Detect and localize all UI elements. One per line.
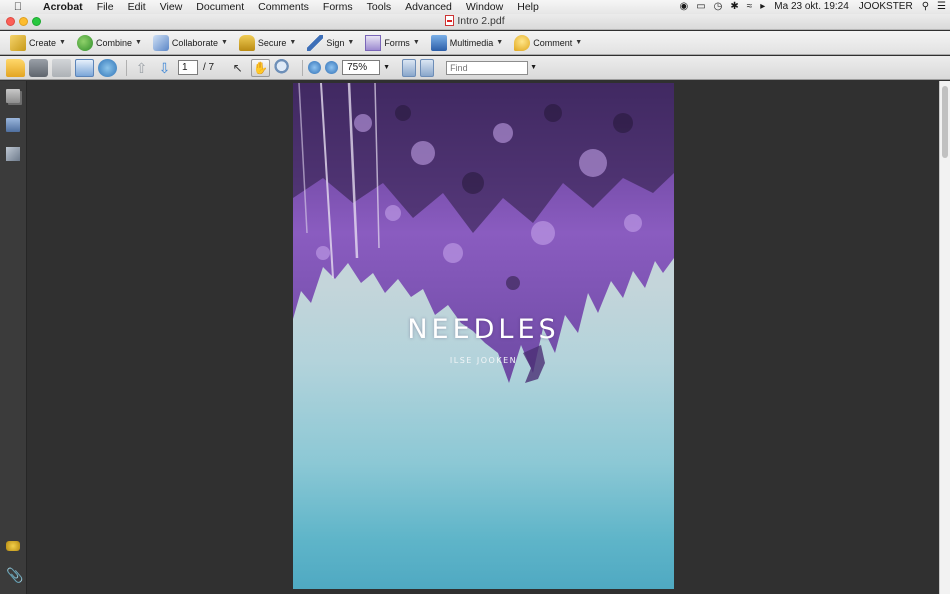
chevron-down-icon: ▼ xyxy=(496,39,504,46)
menu-comments[interactable]: Comments xyxy=(251,0,316,14)
secure-label: Secure xyxy=(257,37,287,48)
zoom-dropdown-icon[interactable]: ▼ xyxy=(383,64,390,71)
window-title-text: Intro 2.pdf xyxy=(457,15,505,27)
share-globe-icon[interactable] xyxy=(98,58,117,77)
create-button[interactable]: Create ▼ xyxy=(6,33,70,53)
volume-icon[interactable]: ▸ xyxy=(756,0,769,14)
chevron-down-icon: ▼ xyxy=(134,39,142,46)
tasks-toolbar: Create ▼ Combine ▼ Collaborate ▼ Secure … xyxy=(0,31,950,55)
time-machine-icon[interactable]: ◷ xyxy=(710,0,727,14)
bookmarks-panel-icon[interactable] xyxy=(6,118,20,132)
cover-author: ILSE JOOKEN xyxy=(449,356,518,365)
zoom-level-field[interactable]: 75% xyxy=(342,60,381,75)
battery-icon[interactable]: ▭ xyxy=(692,0,709,14)
fit-page-icon[interactable] xyxy=(402,58,417,77)
chevron-down-icon: ▼ xyxy=(347,39,355,46)
menu-help[interactable]: Help xyxy=(510,0,546,14)
create-label: Create xyxy=(29,37,57,48)
apple-menu-icon[interactable]:  xyxy=(12,0,24,14)
menu-app[interactable]: Acrobat xyxy=(36,0,90,14)
open-folder-icon[interactable] xyxy=(6,58,25,77)
chevron-down-icon: ▼ xyxy=(59,39,66,46)
multimedia-label: Multimedia xyxy=(449,37,494,48)
security-keys-icon[interactable] xyxy=(6,541,20,551)
multimedia-button[interactable]: Multimedia ▼ xyxy=(427,33,507,53)
chevron-down-icon: ▼ xyxy=(412,39,420,46)
scrollbar-thumb[interactable] xyxy=(942,86,948,158)
secure-button[interactable]: Secure ▼ xyxy=(235,33,300,53)
previous-page-icon[interactable]: ⇧ xyxy=(132,59,151,77)
multimedia-icon xyxy=(430,34,447,51)
form-icon xyxy=(365,34,382,51)
menu-view[interactable]: View xyxy=(153,0,190,14)
create-pdf-icon xyxy=(10,34,26,51)
menu-window[interactable]: Window xyxy=(459,0,510,14)
forms-label: Forms xyxy=(384,37,410,48)
menu-advanced[interactable]: Advanced xyxy=(398,0,459,14)
pdf-file-icon xyxy=(445,15,455,26)
marquee-zoom-icon[interactable] xyxy=(274,58,294,77)
combine-files-icon xyxy=(76,34,93,51)
collaborate-icon xyxy=(152,34,169,51)
toolbar-divider xyxy=(126,59,127,76)
find-options-icon[interactable]: ▼ xyxy=(530,64,537,71)
select-cursor-icon[interactable]: ↖ xyxy=(228,59,247,77)
menu-edit[interactable]: Edit xyxy=(121,0,153,14)
chevron-down-icon: ▼ xyxy=(289,39,297,46)
full-screen-icon[interactable] xyxy=(420,58,435,77)
save-icon[interactable] xyxy=(52,58,71,77)
signatures-panel-icon[interactable] xyxy=(6,147,20,161)
lock-icon xyxy=(238,34,255,51)
wifi-icon[interactable]: ≈ xyxy=(743,0,757,14)
bluetooth-icon[interactable]: ✱ xyxy=(726,0,742,14)
status-area: ◉ ▭ ◷ ✱ ≈ ▸ Ma 23 okt. 19:24 JOOKSTER ⚲ … xyxy=(675,0,950,14)
combine-button[interactable]: Combine ▼ xyxy=(73,33,146,53)
creative-cloud-icon[interactable]: ◉ xyxy=(675,0,692,14)
window-title-bar: Intro 2.pdf xyxy=(0,14,950,30)
sign-button[interactable]: Sign ▼ xyxy=(303,33,358,53)
pages-panel-icon[interactable] xyxy=(6,89,20,103)
navigation-toolbar: ⇧ ⇩ 1 / 7 ↖ ✋ 75% ▼ ▼ xyxy=(0,56,950,80)
find-input[interactable] xyxy=(446,60,529,75)
print-icon[interactable] xyxy=(29,58,48,77)
pen-icon xyxy=(307,34,324,51)
chevron-down-icon: ▼ xyxy=(220,39,228,46)
zoom-out-icon[interactable] xyxy=(308,61,322,74)
combine-label: Combine xyxy=(95,37,132,48)
menu-document[interactable]: Document xyxy=(189,0,251,14)
next-page-icon[interactable]: ⇩ xyxy=(155,59,174,77)
document-viewport[interactable]: NEEDLES ILSE JOOKEN xyxy=(28,81,939,594)
macos-menu-bar:  Acrobat File Edit View Document Commen… xyxy=(0,0,950,14)
comment-button[interactable]: Comment ▼ xyxy=(510,33,586,53)
spotlight-search-icon[interactable]: ⚲ xyxy=(918,0,933,14)
email-icon[interactable] xyxy=(75,58,94,77)
notification-center-icon[interactable]: ☰ xyxy=(933,0,950,14)
comment-bubble-icon xyxy=(514,34,531,51)
window-title: Intro 2.pdf xyxy=(0,14,950,29)
page-total: / 7 xyxy=(203,62,215,73)
collaborate-button[interactable]: Collaborate ▼ xyxy=(149,33,232,53)
vertical-scrollbar[interactable] xyxy=(939,81,950,594)
comment-label: Comment xyxy=(533,37,573,48)
menu-forms[interactable]: Forms xyxy=(316,0,360,14)
navigation-pane: 📎 xyxy=(0,81,27,594)
collaborate-label: Collaborate xyxy=(171,37,218,48)
cover-title: NEEDLES xyxy=(407,314,560,345)
page-number-input[interactable]: 1 xyxy=(178,60,198,75)
paperclip-icon[interactable]: 📎 xyxy=(6,568,23,582)
chevron-down-icon: ▼ xyxy=(575,39,583,46)
user-name[interactable]: JOOKSTER xyxy=(854,0,918,14)
menu-file[interactable]: File xyxy=(90,0,121,14)
sign-label: Sign xyxy=(326,37,345,48)
hand-tool-icon[interactable]: ✋ xyxy=(251,58,271,77)
forms-button[interactable]: Forms ▼ xyxy=(361,33,423,53)
pdf-page-cover: NEEDLES ILSE JOOKEN xyxy=(293,83,674,589)
menu-tools[interactable]: Tools xyxy=(360,0,399,14)
clock[interactable]: Ma 23 okt. 19:24 xyxy=(769,0,854,14)
toolbar-divider xyxy=(302,59,304,76)
zoom-in-icon[interactable] xyxy=(325,61,339,74)
